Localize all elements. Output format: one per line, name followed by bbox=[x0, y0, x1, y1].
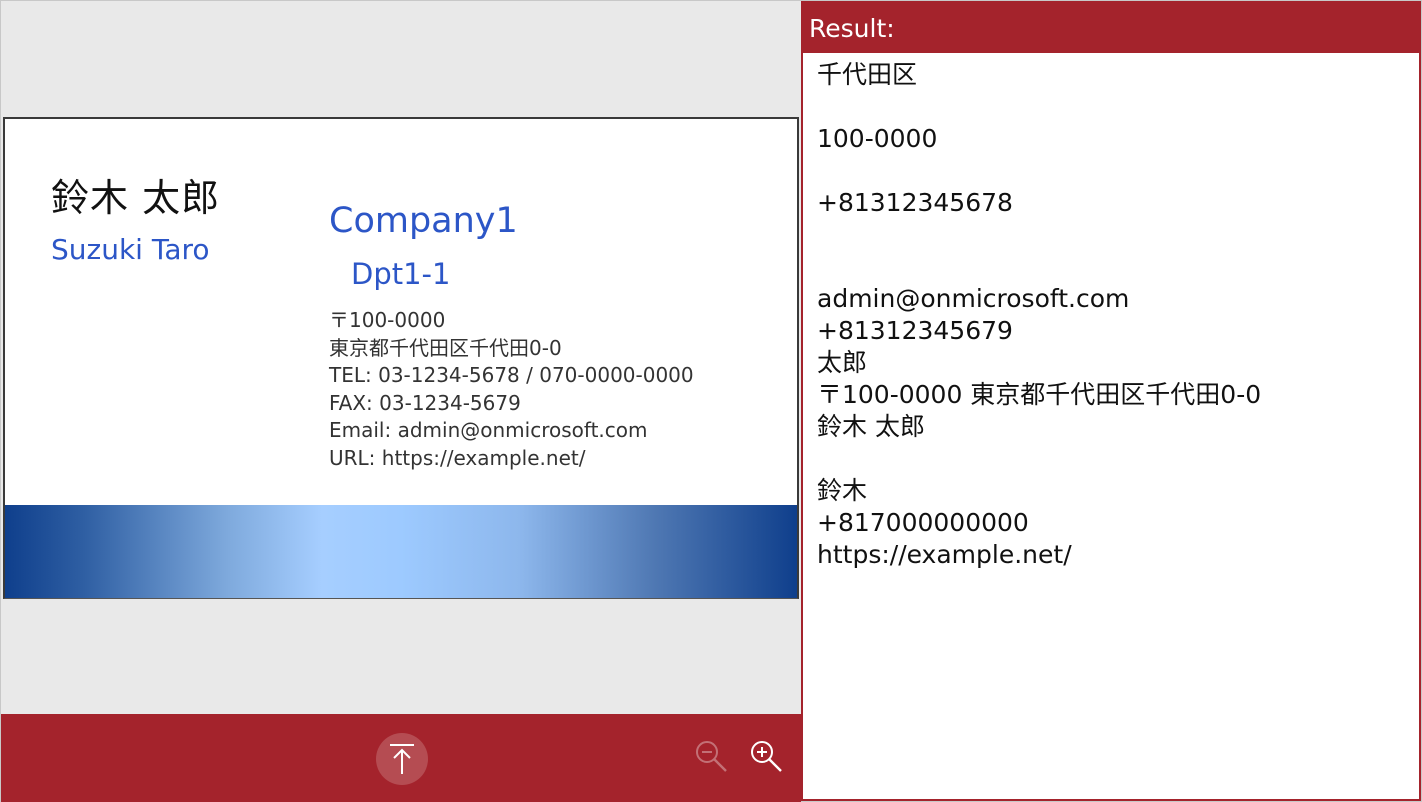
result-line bbox=[817, 219, 1419, 251]
card-postal-code: 〒100-0000 bbox=[329, 308, 446, 332]
result-line: 鈴木 太郎 bbox=[817, 412, 925, 441]
result-line: +81312345679 bbox=[817, 316, 1013, 345]
result-line: 太郎 bbox=[817, 348, 868, 377]
result-line bbox=[817, 155, 1419, 187]
result-line bbox=[817, 443, 1419, 475]
card-company: Company1 bbox=[329, 201, 518, 241]
result-line: 鈴木 bbox=[817, 476, 868, 505]
result-line: https://example.net/ bbox=[817, 540, 1072, 569]
zoom-out-icon bbox=[696, 741, 727, 772]
app-window: 鈴木 太郎 Suzuki Taro Company1 Dpt1-1 〒100-0… bbox=[0, 0, 1422, 802]
bottom-toolbar bbox=[1, 714, 801, 802]
card-department: Dpt1-1 bbox=[351, 257, 451, 291]
zoom-in-button[interactable] bbox=[748, 738, 784, 774]
business-card-image: 鈴木 太郎 Suzuki Taro Company1 Dpt1-1 〒100-0… bbox=[3, 117, 799, 599]
card-name-english: Suzuki Taro bbox=[51, 233, 210, 266]
upload-button[interactable] bbox=[376, 733, 428, 785]
result-header: Result: bbox=[803, 3, 1419, 53]
result-line: +817000000000 bbox=[817, 508, 1029, 537]
result-text-area[interactable]: 千代田区 100-0000 +81312345678 admin@onmicro… bbox=[803, 53, 1419, 571]
image-viewer[interactable]: 鈴木 太郎 Suzuki Taro Company1 Dpt1-1 〒100-0… bbox=[1, 1, 801, 714]
card-url: URL: https://example.net/ bbox=[329, 445, 586, 470]
result-line: 100-0000 bbox=[817, 124, 938, 153]
card-address: 東京都千代田区千代田0-0 bbox=[329, 335, 562, 360]
card-email: Email: admin@onmicrosoft.com bbox=[329, 418, 648, 442]
result-line: admin@onmicrosoft.com bbox=[817, 284, 1130, 313]
upload-to-top-icon bbox=[390, 744, 414, 774]
result-line: 千代田区 bbox=[817, 60, 918, 89]
result-panel: Result: 千代田区 100-0000 +81312345678 admin… bbox=[801, 1, 1421, 801]
result-line: +81312345678 bbox=[817, 188, 1013, 217]
card-name-japanese: 鈴木 太郎 bbox=[51, 176, 221, 220]
card-fax: FAX: 03-1234-5679 bbox=[329, 390, 521, 415]
zoom-out-button[interactable] bbox=[693, 738, 729, 774]
result-line bbox=[817, 91, 1419, 123]
result-line bbox=[817, 251, 1419, 283]
card-tel: TEL: 03-1234-5678 / 070-0000-0000 bbox=[329, 363, 694, 387]
card-details: 〒100-0000 東京都千代田区千代田0-0 TEL: 03-1234-567… bbox=[329, 307, 694, 472]
result-line: 〒100-0000 東京都千代田区千代田0-0 bbox=[817, 380, 1262, 409]
zoom-in-icon bbox=[751, 741, 782, 772]
card-gradient-band bbox=[5, 505, 797, 598]
